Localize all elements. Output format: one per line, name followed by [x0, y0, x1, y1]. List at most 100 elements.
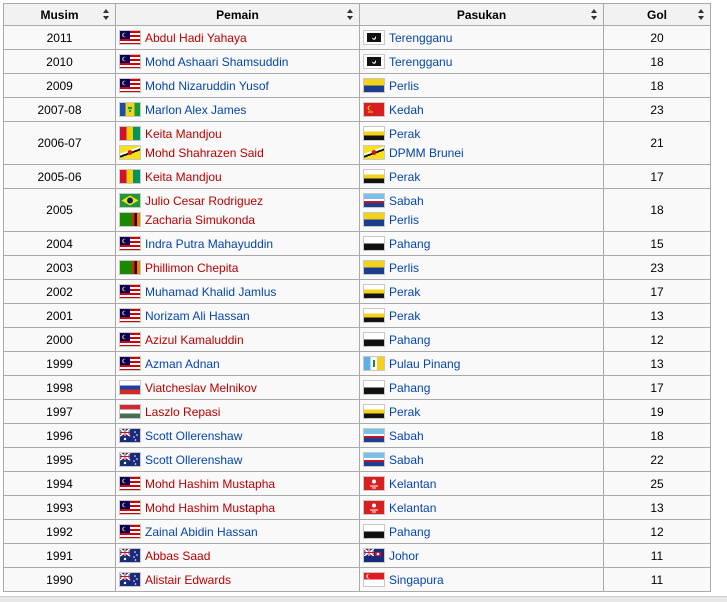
table-row: 2006-07 Keita Mandjou Mohd Shahrazen Said P… — [3, 121, 711, 165]
goals-cell: 22 — [603, 447, 711, 472]
player-link[interactable]: Abdul Hadi Yahaya — [145, 31, 247, 45]
player-entry: Azizul Kamaluddin — [119, 330, 356, 349]
player-cell: Mohd Hashim Mustapha — [115, 495, 360, 520]
player-link[interactable]: Phillimon Chepita — [145, 261, 238, 275]
player-link[interactable]: Mohd Hashim Mustapha — [145, 477, 275, 491]
team-cell: Pahang — [359, 519, 604, 544]
malaysia-flag-icon — [119, 308, 141, 323]
player-link[interactable]: Indra Putra Mahayuddin — [145, 237, 273, 251]
team-link[interactable]: Singapura — [389, 573, 444, 587]
team-link[interactable]: Pahang — [389, 333, 430, 347]
player-entry: Mohd Shahrazen Said — [119, 143, 356, 162]
player-entry: Viatcheslav Melnikov — [119, 378, 356, 397]
team-entry: Sabah — [363, 426, 600, 445]
team-link[interactable]: Sabah — [389, 453, 424, 467]
player-entry: Laszlo Repasi — [119, 402, 356, 421]
sort-arrows-icon[interactable] — [347, 9, 353, 20]
team-link[interactable]: Perlis — [389, 213, 419, 227]
team-link[interactable]: Kedah — [389, 103, 424, 117]
sort-arrows-icon[interactable] — [591, 9, 597, 20]
team-entry: Terengganu — [363, 28, 600, 47]
player-link[interactable]: Azizul Kamaluddin — [145, 333, 244, 347]
team-cell: Perlis — [359, 73, 604, 98]
team-cell: Perlis — [359, 255, 604, 280]
team-entry: Kedah — [363, 100, 600, 119]
goals-header[interactable]: Gol — [603, 3, 711, 26]
table-row: 1999 Azman Adnan Pulau Pinang 13 — [3, 351, 711, 376]
team-link[interactable]: Perlis — [389, 79, 419, 93]
player-link[interactable]: Azman Adnan — [145, 357, 220, 371]
perak-flag-icon — [363, 308, 385, 323]
team-link[interactable]: Terengganu — [389, 55, 452, 69]
team-link[interactable]: Pahang — [389, 381, 430, 395]
team-link[interactable]: Pahang — [389, 237, 430, 251]
team-link[interactable]: Pahang — [389, 525, 430, 539]
player-link[interactable]: Viatcheslav Melnikov — [145, 381, 257, 395]
team-link[interactable]: Kelantan — [389, 501, 436, 515]
australia-flag-icon — [119, 428, 141, 443]
season-header[interactable]: Musim — [3, 3, 116, 26]
player-link[interactable]: Mohd Hashim Mustapha — [145, 501, 275, 515]
season-cell: 2005 — [3, 188, 116, 232]
player-link[interactable]: Norizam Ali Hassan — [145, 309, 250, 323]
team-header[interactable]: Pasukan — [359, 3, 604, 26]
player-link[interactable]: Scott Ollerenshaw — [145, 453, 242, 467]
team-cell: Terengganu — [359, 25, 604, 50]
player-link[interactable]: Julio Cesar Rodriguez — [145, 194, 263, 208]
player-link[interactable]: Keita Mandjou — [145, 170, 222, 184]
player-cell: Muhamad Khalid Jamlus — [115, 279, 360, 304]
player-link[interactable]: Abbas Saad — [145, 549, 210, 563]
table-row: 2005 Julio Cesar Rodriguez Zacharia Simuko… — [3, 188, 711, 232]
goals-header-label: Gol — [647, 7, 667, 22]
player-header[interactable]: Pemain — [115, 3, 360, 26]
team-link[interactable]: Johor — [389, 549, 419, 563]
table-row: 2001 Norizam Ali Hassan Perak 13 — [3, 303, 711, 328]
player-entry: Abdul Hadi Yahaya — [119, 28, 356, 47]
sort-arrows-icon[interactable] — [698, 9, 704, 20]
player-link[interactable]: Scott Ollerenshaw — [145, 429, 242, 443]
team-link[interactable]: Perak — [389, 285, 420, 299]
player-link[interactable]: Marlon Alex James — [145, 103, 246, 117]
goals-cell: 25 — [603, 471, 711, 496]
team-link[interactable]: Perlis — [389, 261, 419, 275]
goals-cell: 17 — [603, 279, 711, 304]
player-entry: Marlon Alex James — [119, 100, 356, 119]
season-cell: 1991 — [3, 543, 116, 568]
team-entry: Sabah — [363, 450, 600, 469]
team-cell: Perak — [359, 279, 604, 304]
team-link[interactable]: Terengganu — [389, 31, 452, 45]
team-link[interactable]: Pulau Pinang — [389, 357, 460, 371]
player-link[interactable]: Zainal Abidin Hassan — [145, 525, 258, 539]
team-link[interactable]: Perak — [389, 127, 420, 141]
team-link[interactable]: Sabah — [389, 194, 424, 208]
team-link[interactable]: Perak — [389, 170, 420, 184]
horizontal-scrollbar[interactable] — [0, 596, 727, 602]
player-link[interactable]: Mohd Nizaruddin Yusof — [145, 79, 269, 93]
team-cell: Perak DPMM Brunei — [359, 121, 604, 165]
team-link[interactable]: Kelantan — [389, 477, 436, 491]
player-entry: Norizam Ali Hassan — [119, 306, 356, 325]
team-cell: Singapura — [359, 567, 604, 592]
team-link[interactable]: Perak — [389, 405, 420, 419]
team-cell: Sabah — [359, 423, 604, 448]
goals-cell: 20 — [603, 25, 711, 50]
player-link[interactable]: Mohd Ashaari Shamsuddin — [145, 55, 288, 69]
team-link[interactable]: Perak — [389, 309, 420, 323]
player-link[interactable]: Laszlo Repasi — [145, 405, 220, 419]
team-link[interactable]: DPMM Brunei — [389, 146, 464, 160]
player-link[interactable]: Muhamad Khalid Jamlus — [145, 285, 276, 299]
player-link[interactable]: Mohd Shahrazen Said — [145, 146, 264, 160]
player-link[interactable]: Keita Mandjou — [145, 127, 222, 141]
goals-cell: 15 — [603, 231, 711, 256]
kedah-flag-icon — [363, 102, 385, 117]
sort-arrows-icon[interactable] — [103, 9, 109, 20]
team-entry: Pahang — [363, 378, 600, 397]
goals-cell: 23 — [603, 97, 711, 122]
team-link[interactable]: Sabah — [389, 429, 424, 443]
zambia-flag-icon — [119, 260, 141, 275]
goals-cell: 12 — [603, 519, 711, 544]
player-link[interactable]: Alistair Edwards — [145, 573, 231, 587]
player-cell: Alistair Edwards — [115, 567, 360, 592]
player-link[interactable]: Zacharia Simukonda — [145, 213, 255, 227]
malaysia-flag-icon — [119, 356, 141, 371]
